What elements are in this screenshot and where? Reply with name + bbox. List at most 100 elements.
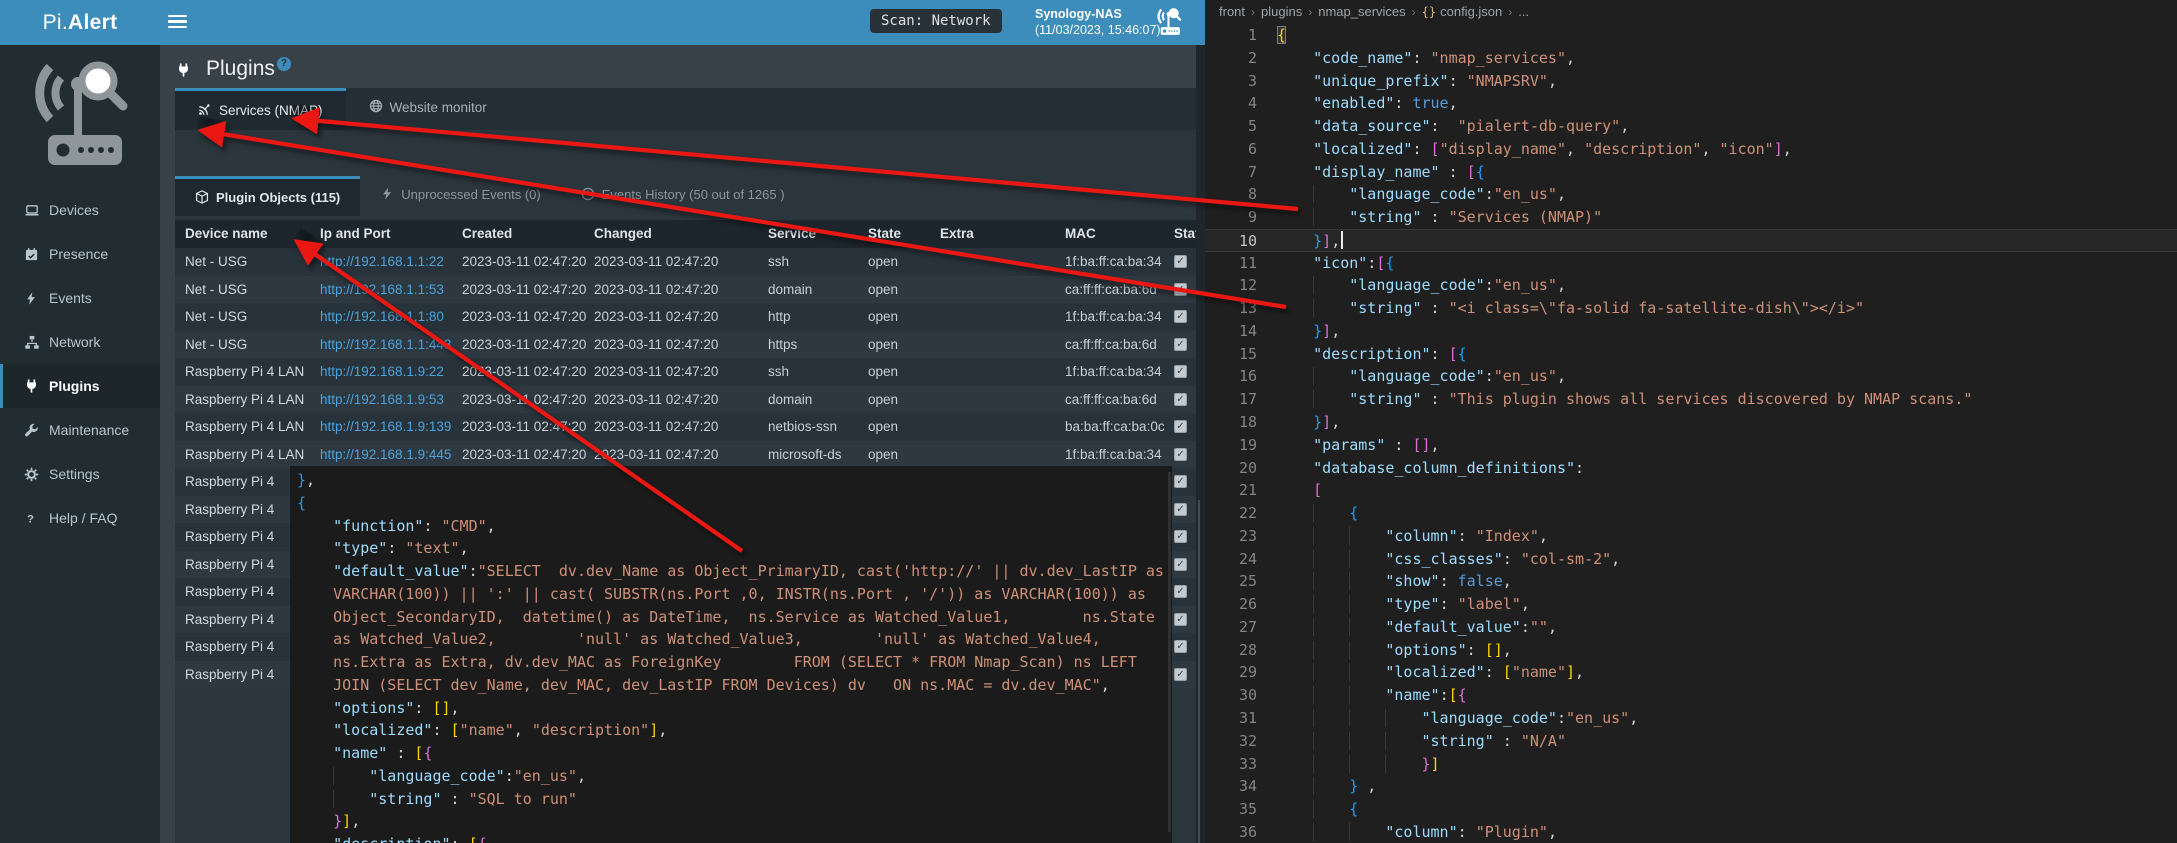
overlay-code-line: },	[297, 469, 1172, 492]
help-badge[interactable]: ?	[277, 57, 291, 71]
column-header-status[interactable]: Status	[1174, 220, 1196, 248]
state-cell: open	[868, 248, 898, 276]
device-name-cell: Raspberry Pi 4	[185, 551, 274, 579]
column-header-created[interactable]: Created	[462, 220, 512, 248]
app-scrollbar-track	[1196, 45, 1205, 843]
status-checkbox[interactable]: ✓	[1174, 585, 1187, 598]
sidebar-item-devices[interactable]: Devices	[0, 188, 160, 232]
sidebar-item-events[interactable]: Events	[0, 276, 160, 320]
code-line: 9 "string" : "Services (NMAP)"	[1205, 206, 2177, 229]
sidebar-item-settings[interactable]: Settings	[0, 452, 160, 496]
line-number: 17	[1205, 388, 1257, 411]
state-cell: open	[868, 358, 898, 386]
status-checkbox[interactable]: ✓	[1174, 503, 1187, 516]
plugin-subtabs: Plugin Objects (115)Unprocessed Events (…	[175, 176, 1196, 216]
changed-cell: 2023-03-11 02:47:20	[594, 358, 718, 386]
ip-port-link[interactable]: http://192.168.1.9:22	[320, 358, 444, 386]
brand-logo-text[interactable]: Pi.Alert	[0, 0, 160, 45]
breadcrumb-label: ...	[1518, 4, 1529, 19]
code-line: 35 {	[1205, 798, 2177, 821]
overlay-code-line: "string" : "SQL to run"	[297, 788, 1172, 811]
code-text: "localized": ["name"],	[1277, 661, 1584, 684]
sidebar-item-maintenance[interactable]: Maintenance	[0, 408, 160, 452]
created-cell: 2023-03-11 02:47:20	[462, 413, 586, 441]
column-header-extra[interactable]: Extra	[940, 220, 974, 248]
status-checkbox[interactable]: ✓	[1174, 255, 1187, 268]
breadcrumb-item-front[interactable]: front	[1219, 4, 1245, 19]
subtab-events-history-50-out-of-1265[interactable]: Events History (50 out of 1265 )	[561, 176, 805, 216]
line-number: 3	[1205, 70, 1257, 93]
breadcrumb-item-[interactable]: ...	[1518, 4, 1529, 19]
sidebar-item-plugins[interactable]: Plugins	[0, 364, 160, 408]
code-text: }],	[1277, 230, 1343, 253]
column-header-state[interactable]: State	[868, 220, 901, 248]
sidebar-item-help-faq[interactable]: ?Help / FAQ	[0, 496, 160, 540]
status-checkbox[interactable]: ✓	[1174, 420, 1187, 433]
overlay-code-line: }],	[297, 810, 1172, 833]
code-line: 30 "name":[{	[1205, 684, 2177, 707]
column-header-ip-and-port[interactable]: Ip and Port	[320, 220, 391, 248]
ip-port-link[interactable]: http://192.168.1.1:53	[320, 276, 444, 304]
brand-prefix: Pi.	[43, 11, 68, 34]
code-line: 8 "language_code":"en_us",	[1205, 183, 2177, 206]
code-line: 32 "string" : "N/A"	[1205, 730, 2177, 753]
status-checkbox[interactable]: ✓	[1174, 668, 1187, 681]
column-header-changed[interactable]: Changed	[594, 220, 652, 248]
code-text: "string" : "N/A"	[1277, 730, 1566, 753]
ip-port-link[interactable]: http://192.168.1.1:80	[320, 303, 444, 331]
overlay-code-line: "function": "CMD",	[297, 515, 1172, 538]
column-header-service[interactable]: Service	[768, 220, 816, 248]
code-line: 6 "localized": ["display_name", "descrip…	[1205, 138, 2177, 161]
status-checkbox[interactable]: ✓	[1174, 338, 1187, 351]
code-line: 15 "description": [{	[1205, 343, 2177, 366]
breadcrumb-item-nmap-services[interactable]: nmap_services	[1318, 4, 1405, 19]
status-checkbox[interactable]: ✓	[1174, 365, 1187, 378]
line-number: 13	[1205, 297, 1257, 320]
sidebar-item-label: Help / FAQ	[49, 510, 117, 526]
breadcrumb-label: nmap_services	[1318, 4, 1405, 19]
service-cell: ssh	[768, 358, 789, 386]
code-overlay-window[interactable]: },{ "function": "CMD", "type": "text", "…	[290, 466, 1172, 843]
ip-port-link[interactable]: http://192.168.1.9:53	[320, 386, 444, 414]
overlay-code-line: "description": [{	[297, 833, 1172, 843]
ip-port-link[interactable]: http://192.168.1.9:445	[320, 441, 451, 469]
vscode-editor[interactable]: front›plugins›nmap_services›{}config.jso…	[1205, 0, 2177, 843]
overlay-code-line: "default_value":"SELECT dv.dev_Name as O…	[297, 560, 1172, 583]
breadcrumb-label: front	[1219, 4, 1245, 19]
status-checkbox[interactable]: ✓	[1174, 283, 1187, 296]
breadcrumb-item-config-json[interactable]: {}config.json	[1422, 4, 1503, 19]
status-checkbox[interactable]: ✓	[1174, 530, 1187, 543]
app-scrollbar-thumb[interactable]	[1198, 500, 1200, 843]
breadcrumb-separator-icon: ›	[1302, 5, 1318, 19]
column-header-mac[interactable]: MAC	[1065, 220, 1096, 248]
sidebar-item-label: Maintenance	[49, 422, 129, 438]
code-text: "show": false,	[1277, 570, 1512, 593]
scan-status-badge: Scan: Network	[870, 9, 1002, 33]
service-cell: https	[768, 331, 797, 359]
plug-icon	[24, 367, 41, 383]
ip-port-link[interactable]: http://192.168.1.1:22	[320, 248, 444, 276]
status-checkbox[interactable]: ✓	[1174, 475, 1187, 488]
status-checkbox[interactable]: ✓	[1174, 640, 1187, 653]
column-header-device-name[interactable]: Device name	[185, 220, 268, 248]
status-checkbox[interactable]: ✓	[1174, 310, 1187, 323]
sidebar-item-network[interactable]: Network	[0, 320, 160, 364]
status-checkbox[interactable]: ✓	[1174, 393, 1187, 406]
subtab-plugin-objects-115[interactable]: Plugin Objects (115)	[175, 176, 360, 216]
breadcrumb-item-plugins[interactable]: plugins	[1261, 4, 1302, 19]
ip-port-link[interactable]: http://192.168.1.1:443	[320, 331, 451, 359]
status-checkbox[interactable]: ✓	[1174, 448, 1187, 461]
code-text: "code_name": "nmap_services",	[1277, 47, 1575, 70]
mac-cell: ca:ff:ff:ca:ba:6d	[1065, 331, 1157, 359]
sidebar-item-presence[interactable]: Presence	[0, 232, 160, 276]
overlay-scrollbar[interactable]	[1168, 472, 1171, 832]
tab-website-monitor[interactable]: Website monitor	[346, 88, 510, 130]
line-number: 18	[1205, 411, 1257, 434]
hamburger-menu-icon[interactable]	[168, 15, 187, 30]
page-title: Plugins?	[176, 57, 291, 81]
ip-port-link[interactable]: http://192.168.1.9:139	[320, 413, 451, 441]
tab-services-nmap[interactable]: Services (NMAP)	[175, 88, 346, 130]
status-checkbox[interactable]: ✓	[1174, 558, 1187, 571]
status-checkbox[interactable]: ✓	[1174, 613, 1187, 626]
subtab-unprocessed-events-0[interactable]: Unprocessed Events (0)	[360, 176, 560, 216]
